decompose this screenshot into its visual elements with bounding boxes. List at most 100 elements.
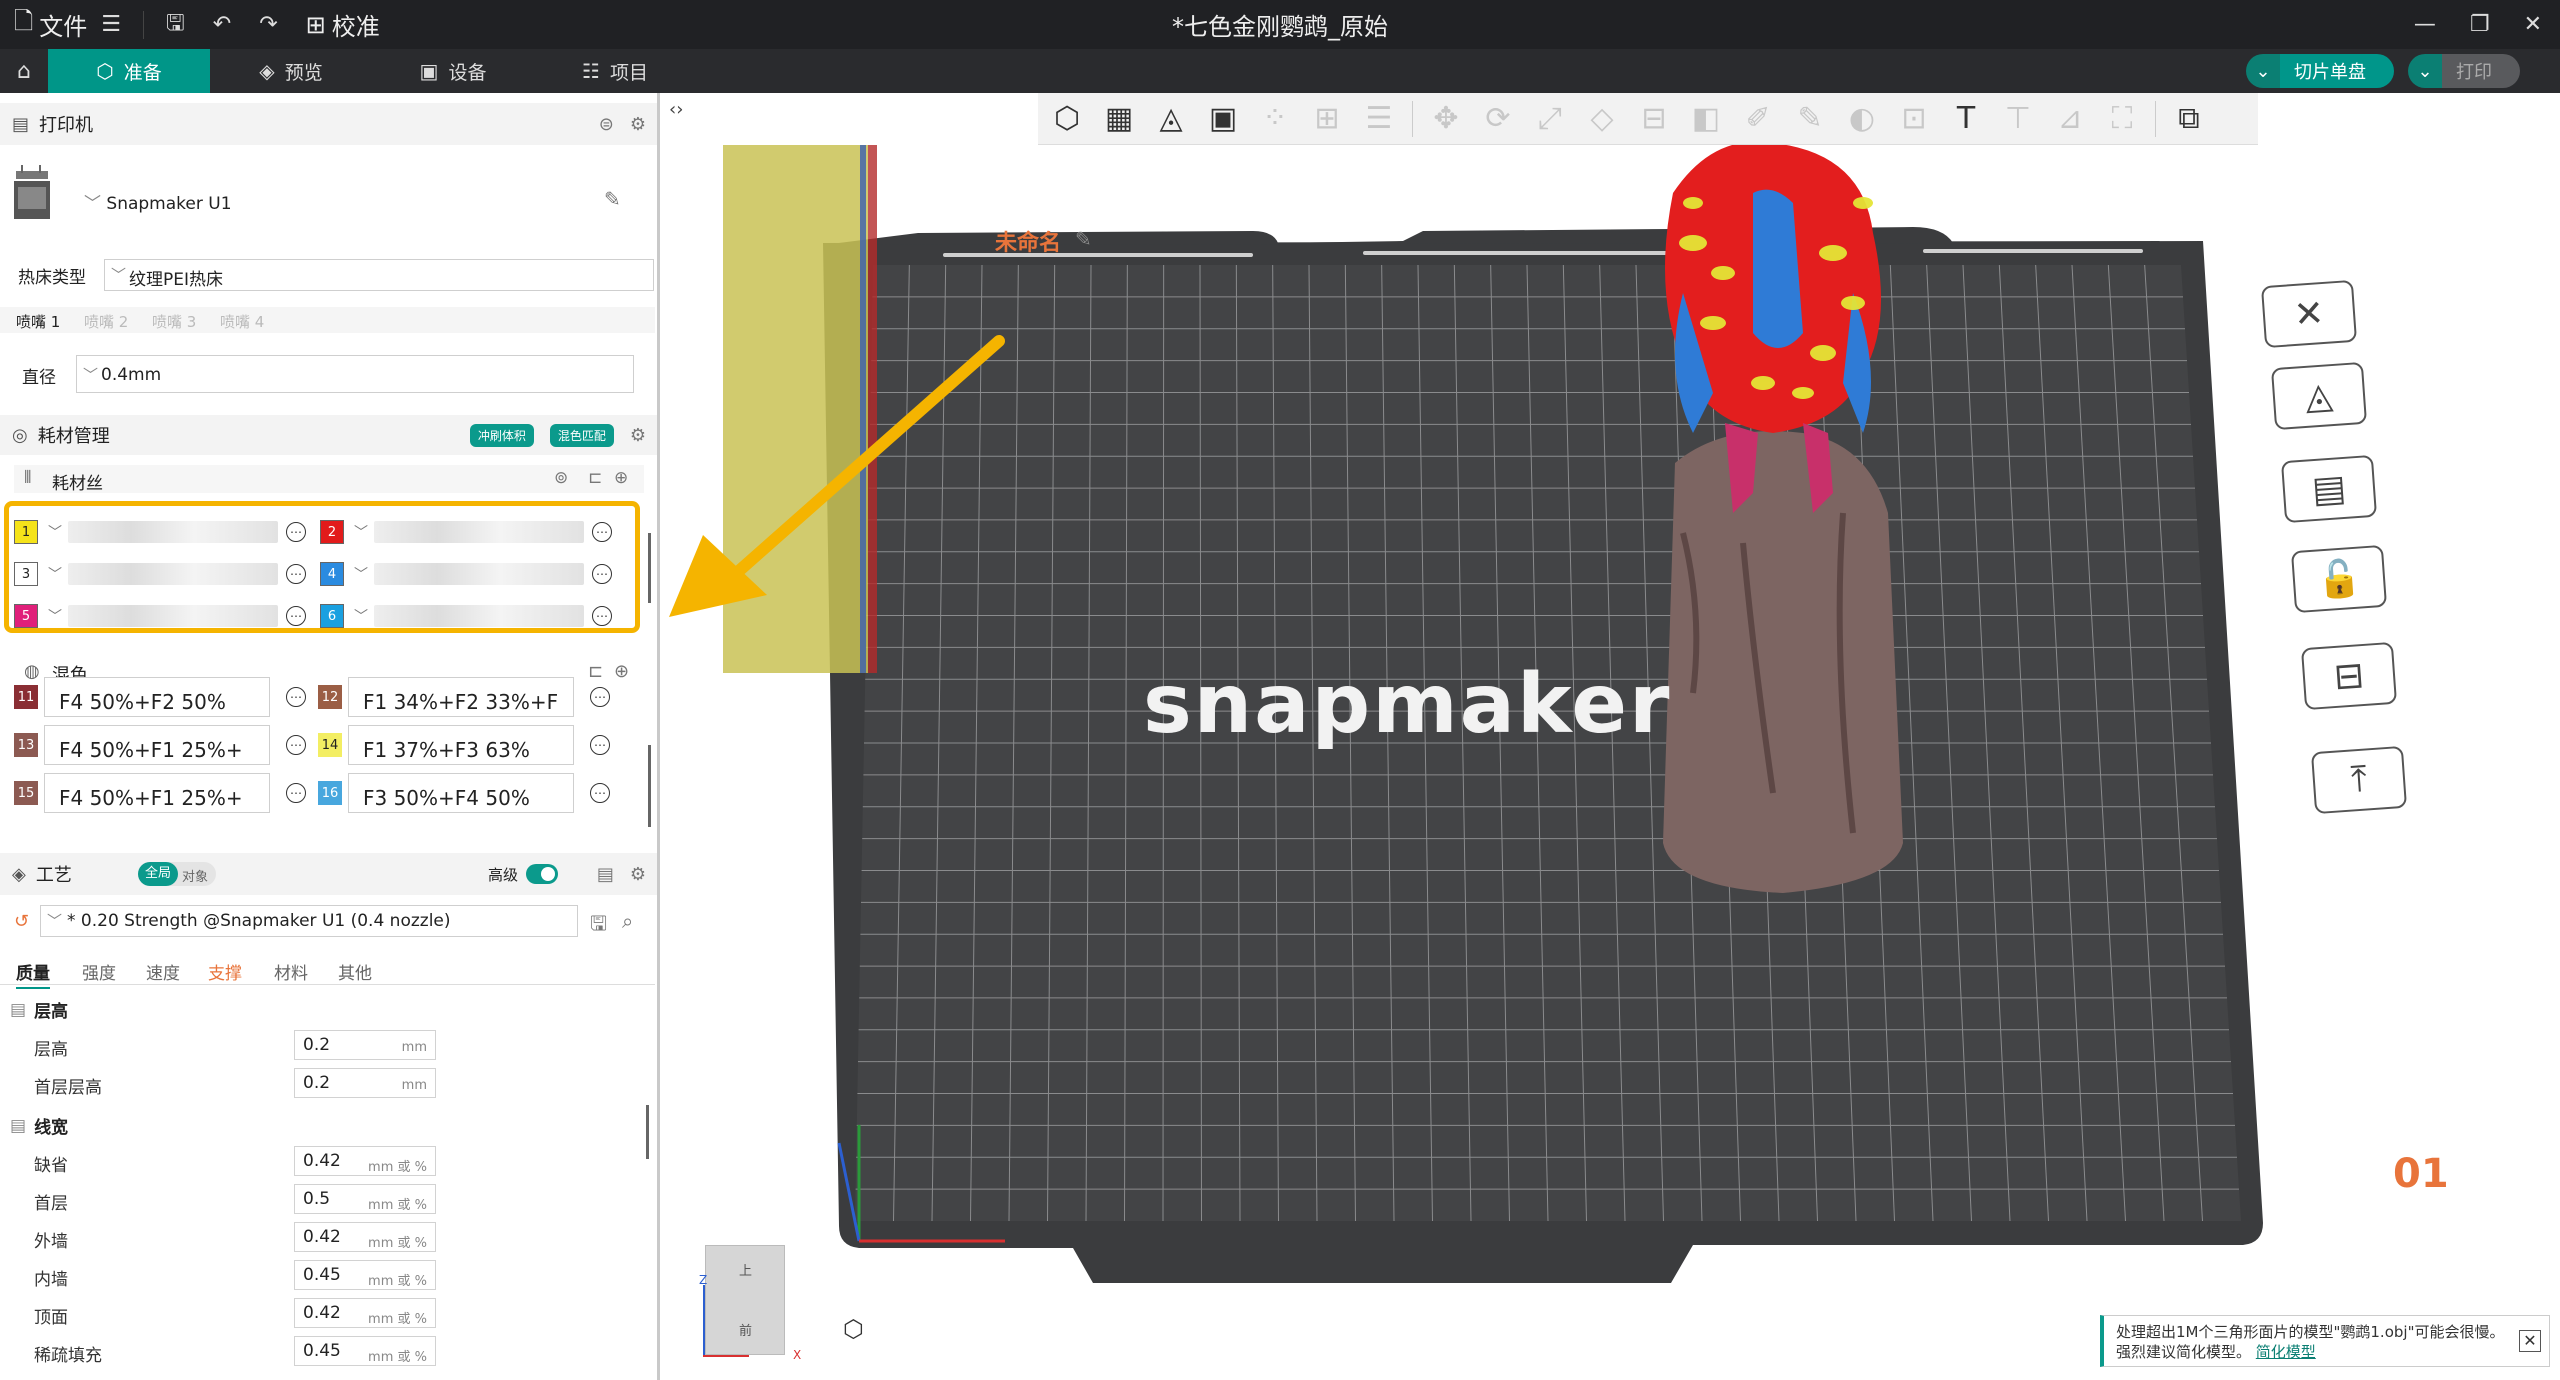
save-icon[interactable]: 🖫 [590, 909, 607, 943]
param-input[interactable]: 0.2 mm [294, 1030, 436, 1060]
plate-settings-icon[interactable]: ⊟ [2300, 641, 2398, 711]
chevron-down-icon[interactable]: ⌄ [2408, 54, 2442, 88]
split-parts-icon[interactable]: ⊞ [1308, 101, 1346, 136]
calibrate-menu[interactable]: ⊞ 校准 [306, 7, 380, 42]
add-mix-icon[interactable]: ⊕ [614, 661, 629, 682]
printer-select[interactable]: ﹀ Snapmaker U1 [84, 189, 232, 214]
bed-type-select[interactable]: ﹀ 纹理PEI热床 [104, 259, 654, 291]
mix-options-icon[interactable]: ⋯ [590, 735, 610, 755]
print-button[interactable]: ⌄ 打印 [2408, 54, 2520, 88]
slice-button[interactable]: ⌄ 切片单盘 [2246, 54, 2394, 88]
delete-plate-icon[interactable]: ✕ [2260, 279, 2358, 349]
file-menu[interactable]: 🗋 文件 [14, 4, 87, 45]
split-objects-icon[interactable]: ⁘ [1256, 101, 1294, 136]
lock-plate-icon[interactable]: 🔓 [2290, 544, 2388, 614]
param-input[interactable]: 0.45 mm 或 % [294, 1336, 436, 1366]
mix-recipe-field[interactable]: F4 50%+F1 25%+ [44, 725, 270, 765]
search-icon[interactable]: ⌕ [622, 909, 633, 933]
tab-project[interactable]: ☷ 项目 [534, 49, 696, 93]
sync-icon[interactable]: ⊚ [554, 468, 568, 488]
mix-color-swatch[interactable]: 13 [14, 733, 38, 757]
mix-color-swatch[interactable]: 12 [318, 685, 342, 709]
plate-name[interactable]: 未命名 [995, 225, 1061, 257]
settings-sliders-icon[interactable]: ⚙ [630, 425, 646, 446]
param-input[interactable]: 0.45 mm 或 % [294, 1260, 436, 1290]
compare-icon[interactable]: ▤ [597, 864, 614, 885]
reset-icon[interactable]: ↺ [14, 911, 29, 932]
param-input[interactable]: 0.42 mm 或 % [294, 1146, 436, 1176]
mix-recipe-field[interactable]: F3 50%+F4 50% [348, 773, 574, 813]
edit-plate-icon[interactable]: ✎ [1075, 227, 1092, 251]
tab-device[interactable]: ▣ 设备 [372, 49, 534, 93]
process-tab[interactable]: 速度 [146, 959, 180, 984]
add-filament-icon[interactable]: ⊕ [614, 468, 628, 488]
scrollbar[interactable] [646, 1105, 649, 1159]
simplify-model-link[interactable]: 简化模型 [2256, 1343, 2316, 1361]
mix-options-icon[interactable]: ⋯ [590, 687, 610, 707]
param-input[interactable]: 0.2 mm [294, 1068, 436, 1098]
brim-ears-icon[interactable]: ⊤ [1999, 101, 2037, 136]
view-cube-top[interactable]: 上 [739, 1260, 752, 1279]
mix-recipe-field[interactable]: F4 50%+F1 25%+ [44, 773, 270, 813]
restore-icon[interactable]: ❐ [2470, 12, 2490, 37]
remove-mix-icon[interactable]: ⊏ [588, 661, 603, 682]
view-cube-front[interactable]: 前 [739, 1320, 752, 1339]
process-tab[interactable]: 强度 [82, 959, 116, 984]
view-cube[interactable]: 上 前 [705, 1245, 785, 1355]
rotate-icon[interactable]: ⟳ [1479, 101, 1517, 136]
mesh-boolean-icon[interactable]: ◧ [1687, 101, 1725, 136]
close-icon[interactable]: ✕ [2524, 12, 2542, 37]
param-input[interactable]: 0.42 mm 或 % [294, 1298, 436, 1328]
redo-icon[interactable]: ↷ [259, 12, 277, 37]
global-object-toggle[interactable]: 全局 对象 [138, 862, 216, 886]
scrollbar[interactable] [648, 745, 651, 827]
mix-options-icon[interactable]: ⋯ [286, 783, 306, 803]
remove-filament-icon[interactable]: ⊏ [588, 468, 602, 488]
collapse-panel-icon[interactable]: ‹› [669, 99, 683, 120]
mix-options-icon[interactable]: ⋯ [590, 783, 610, 803]
mix-color-swatch[interactable]: 14 [318, 733, 342, 757]
view-reset-icon[interactable]: ⬡ [843, 1315, 864, 1343]
scale-icon[interactable]: ⤢ [1531, 101, 1569, 136]
nozzle-tab-4[interactable]: 喷嘴 4 [220, 311, 264, 332]
puzzle-icon[interactable]: ⧉ [2170, 101, 2208, 136]
tab-prepare[interactable]: ⬡ 准备 [48, 49, 210, 93]
assembly-icon[interactable]: ⛶ [2103, 101, 2141, 136]
nozzle-tab-3[interactable]: 喷嘴 3 [152, 311, 196, 332]
seam-paint-icon[interactable]: ✎ [1791, 101, 1829, 136]
mix-recipe-field[interactable]: F4 50%+F2 50% [44, 677, 270, 717]
param-input[interactable]: 0.5 mm 或 % [294, 1184, 436, 1214]
edit-icon[interactable]: ✎ [604, 187, 621, 211]
mix-color-swatch[interactable]: 11 [14, 685, 38, 709]
color-paint-icon[interactable]: ◐ [1843, 101, 1881, 136]
chevron-down-icon[interactable]: ⌄ [2246, 54, 2280, 88]
toggle-object[interactable]: 对象 [182, 866, 208, 885]
advanced-toggle[interactable] [526, 864, 558, 884]
arrange-icon[interactable]: ▣ [1204, 101, 1242, 136]
mix-options-icon[interactable]: ⋯ [286, 687, 306, 707]
toggle-global[interactable]: 全局 [138, 862, 178, 886]
undo-icon[interactable]: ↶ [213, 12, 231, 37]
move-icon[interactable]: ✥ [1427, 101, 1465, 136]
mix-color-swatch[interactable]: 16 [318, 781, 342, 805]
variable-height-icon[interactable]: ⊿ [2051, 101, 2089, 136]
process-tab[interactable]: 质量 [16, 959, 50, 989]
flush-volume-button[interactable]: 冲刷体积 [469, 423, 534, 447]
mix-recipe-field[interactable]: F1 34%+F2 33%+F [348, 677, 574, 717]
process-tab[interactable]: 材料 [274, 959, 308, 984]
orient-plate-icon[interactable]: ◬ [2270, 361, 2368, 431]
save-icon[interactable]: 🖫 [166, 6, 185, 44]
settings-sliders-icon[interactable]: ⚙ [630, 864, 646, 885]
place-on-face-icon[interactable]: ◇ [1583, 101, 1621, 136]
tab-preview[interactable]: ◈ 预览 [210, 49, 372, 93]
process-tab[interactable]: 支撑 [208, 959, 242, 984]
measure-icon[interactable]: ⊡ [1895, 101, 1933, 136]
close-icon[interactable]: ✕ [2519, 1330, 2541, 1352]
mix-color-swatch[interactable]: 15 [14, 781, 38, 805]
process-tab[interactable]: 其他 [338, 959, 372, 984]
menu-icon[interactable]: ☰ [101, 12, 121, 37]
sync-icon[interactable]: ⊜ [599, 114, 614, 135]
color-mix-match-button[interactable]: 混色匹配 [549, 423, 614, 447]
add-object-icon[interactable]: ⬡ [1048, 101, 1086, 136]
layers-icon[interactable]: ☰ [1360, 101, 1398, 136]
